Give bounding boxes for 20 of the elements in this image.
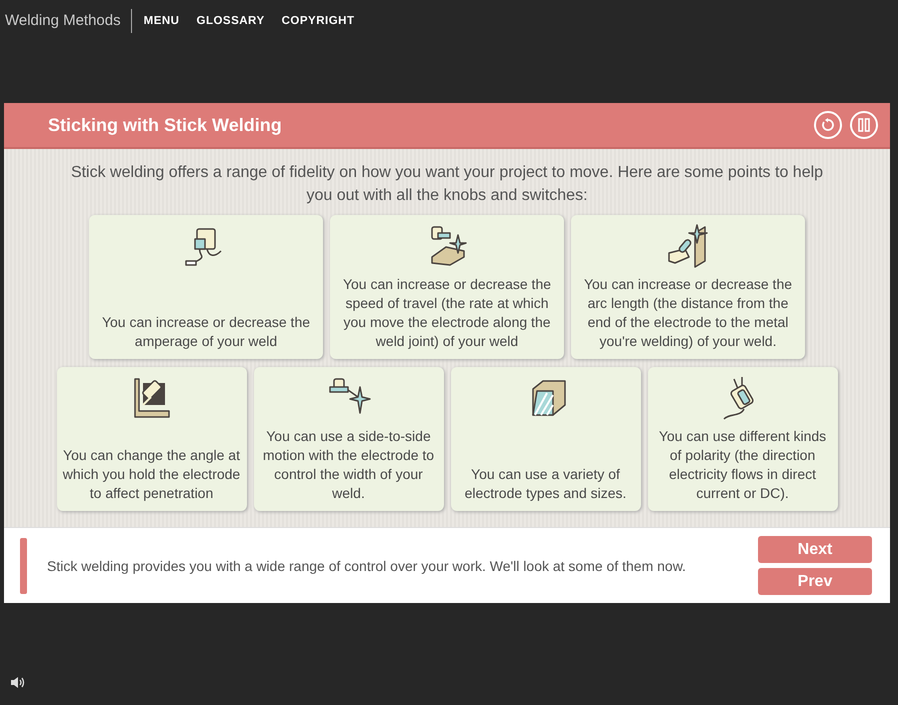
card-text: You can increase or decrease the arc length (the distance from the end of the electrode to the metal you're welding) of your weld.: [582, 275, 794, 351]
card-text: You can increase or decrease the speed of travel (the rate at which you move the electrode along the weld joint) of your weld: [342, 275, 552, 351]
replay-icon: [821, 118, 835, 132]
intro-text: Stick welding offers a range of fidelity on how you want your project to move. Here are some points to help you out with all the knobs and switches:: [70, 163, 824, 206]
menu-link[interactable]: GLOSSARY: [196, 15, 265, 27]
menu-link[interactable]: COPYRIGHT: [282, 15, 354, 27]
accent-bar: [20, 538, 27, 594]
pause-button[interactable]: [850, 111, 878, 139]
pause-icon: [858, 118, 870, 132]
caption-text: Stick welding provides you with a wide range of control over your work. We'll look at some of them now.: [47, 556, 687, 576]
card-text: You can use different kinds of polarity (the direction electricity flows in direct current or DC).: [658, 427, 828, 503]
card-text: You can use a side-to-side motion with the electrode to control the width of your weld.: [262, 427, 436, 503]
card-text: You can use a variety of electrode types and sizes.: [464, 465, 628, 503]
card-text: You can increase or decrease the amperage of your weld: [100, 313, 312, 351]
slide-title: Sticking with Stick Welding: [48, 114, 283, 136]
replay-button[interactable]: [814, 111, 842, 139]
menu-link[interactable]: MENU: [144, 15, 180, 27]
card-text: You can change the angle at which you hold the electrode to affect penetration: [62, 446, 240, 503]
speaker-icon: [10, 676, 25, 689]
app-title: Welding Methods: [5, 9, 132, 33]
